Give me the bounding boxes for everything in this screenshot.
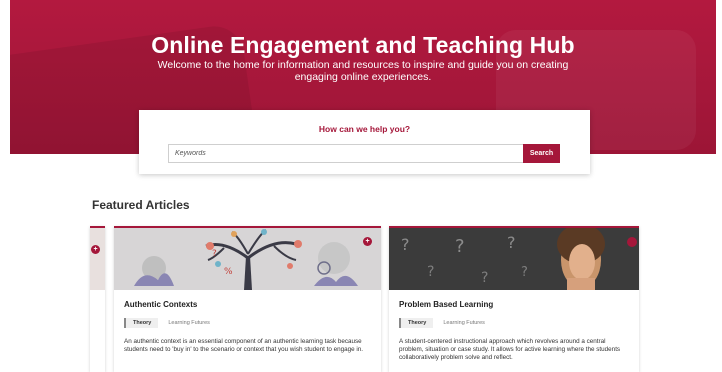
article-card-partial[interactable]: + — [90, 226, 105, 372]
card-image: % ? + — [114, 228, 381, 290]
article-card[interactable]: ? ? ? ? ? ? Problem Based Learning Theor… — [389, 226, 639, 372]
svg-text:?: ? — [521, 265, 528, 280]
search-button[interactable]: Search — [523, 144, 560, 163]
article-card[interactable]: % ? + Authentic Contexts Theory Learning… — [114, 226, 381, 372]
plus-circle-icon: + — [363, 237, 372, 246]
tag-learning-futures[interactable]: Learning Futures — [443, 320, 485, 326]
section-heading: Featured Articles — [92, 198, 190, 212]
card-image: ? ? ? ? ? ? — [389, 228, 639, 290]
card-description: A student-centered instructional approac… — [399, 338, 621, 362]
tag-theory[interactable]: Theory — [399, 318, 434, 328]
card-image: + — [90, 228, 105, 290]
svg-text:?: ? — [455, 236, 465, 257]
tree-illustration: % ? — [114, 228, 381, 290]
svg-text:%: % — [224, 267, 233, 277]
card-description: An authentic context is an essential com… — [124, 338, 364, 354]
svg-text:?: ? — [401, 235, 410, 254]
page-title: Online Engagement and Teaching Hub — [151, 32, 575, 58]
svg-text:?: ? — [427, 264, 434, 280]
svg-text:?: ? — [212, 249, 217, 259]
search-input[interactable] — [168, 144, 527, 163]
plus-circle-icon: + — [91, 245, 100, 254]
card-title: Problem Based Learning — [399, 300, 494, 309]
hero-subtitle: Welcome to the home for information and … — [157, 59, 569, 83]
question-marks-photo: ? ? ? ? ? ? — [389, 228, 639, 290]
search-heading: How can we help you? — [318, 124, 411, 134]
svg-text:?: ? — [507, 233, 516, 252]
card-title: Authentic Contexts — [124, 300, 198, 309]
svg-text:?: ? — [481, 270, 488, 286]
search-panel: How can we help you? Search — [139, 110, 590, 174]
tag-learning-futures[interactable]: Learning Futures — [168, 320, 210, 326]
tag-theory[interactable]: Theory — [124, 318, 159, 328]
